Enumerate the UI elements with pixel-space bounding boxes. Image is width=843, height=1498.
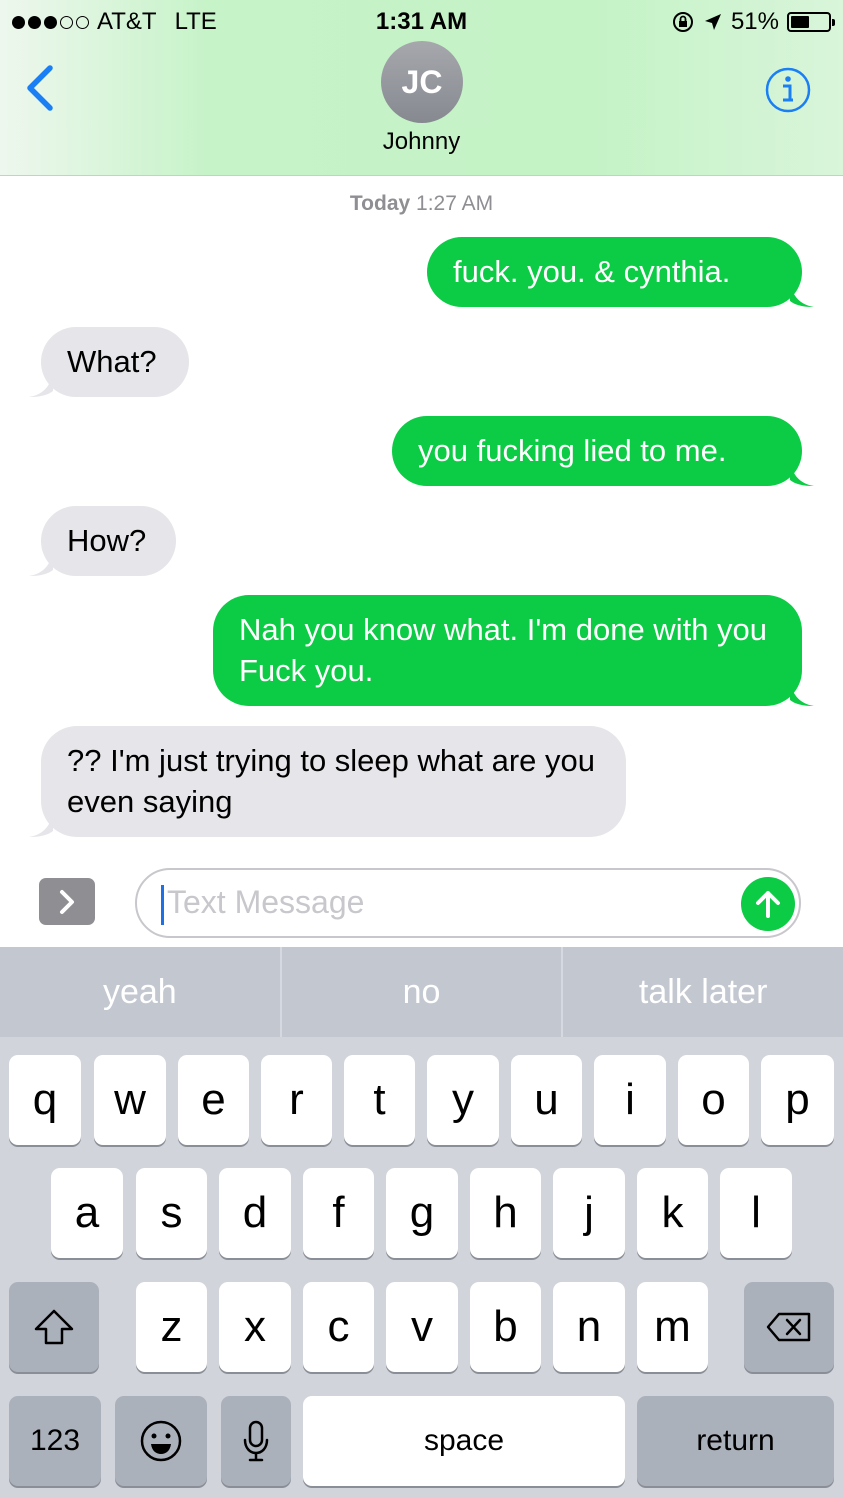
key-e[interactable]: e bbox=[178, 1055, 249, 1145]
key-u[interactable]: u bbox=[511, 1055, 582, 1145]
emoji-key[interactable] bbox=[115, 1396, 207, 1486]
emoji-face-icon bbox=[140, 1420, 182, 1462]
key-q[interactable]: q bbox=[9, 1055, 81, 1145]
suggestion-item[interactable]: yeah bbox=[0, 947, 282, 1037]
key-y[interactable]: y bbox=[427, 1055, 499, 1145]
contact-name[interactable]: Johnny bbox=[0, 128, 843, 156]
suggestion-item[interactable]: no bbox=[282, 947, 564, 1037]
message-bubble-received[interactable]: ?? I'm just trying to sleep what are you… bbox=[29, 726, 626, 837]
message-text: Nah you know what. I'm done with you Fuc… bbox=[239, 612, 768, 688]
key-w[interactable]: w bbox=[94, 1055, 166, 1145]
avatar-initials: JC bbox=[401, 63, 443, 100]
key-t[interactable]: t bbox=[344, 1055, 415, 1145]
arrow-up-icon bbox=[756, 891, 780, 918]
contact-avatar[interactable]: JC bbox=[381, 41, 463, 123]
location-arrow-icon bbox=[704, 14, 721, 30]
key-l[interactable]: l bbox=[720, 1168, 792, 1258]
return-key[interactable]: return bbox=[637, 1396, 834, 1486]
key-d[interactable]: d bbox=[219, 1168, 291, 1258]
keyboard: yeah no talk later q w e r t y u i o p a… bbox=[0, 947, 843, 1498]
timestamp-day: Today bbox=[349, 192, 411, 215]
key-h[interactable]: h bbox=[470, 1168, 541, 1258]
predictive-bar: yeah no talk later bbox=[0, 947, 843, 1037]
key-k[interactable]: k bbox=[637, 1168, 708, 1258]
message-input[interactable]: Text Message bbox=[135, 868, 801, 938]
back-chevron-icon[interactable] bbox=[22, 64, 58, 112]
key-c[interactable]: c bbox=[303, 1282, 374, 1372]
key-x[interactable]: x bbox=[219, 1282, 291, 1372]
key-n[interactable]: n bbox=[553, 1282, 625, 1372]
key-s[interactable]: s bbox=[136, 1168, 207, 1258]
message-bubble-received[interactable]: What? bbox=[29, 327, 189, 397]
numbers-key[interactable]: 123 bbox=[9, 1396, 101, 1486]
key-g[interactable]: g bbox=[386, 1168, 458, 1258]
thread-timestamp: Today 1:27 AM bbox=[0, 192, 843, 216]
timestamp-time: 1:27 AM bbox=[416, 192, 494, 215]
dictation-key[interactable] bbox=[221, 1396, 291, 1486]
message-text: ?? I'm just trying to sleep what are you… bbox=[67, 743, 596, 819]
message-bubble-sent[interactable]: fuck. you. & cynthia. bbox=[427, 237, 814, 307]
backspace-icon bbox=[766, 1312, 811, 1342]
apps-expand-button[interactable] bbox=[39, 878, 95, 925]
message-bubble-received[interactable]: How? bbox=[29, 506, 176, 576]
chevron-right-icon bbox=[60, 889, 74, 914]
key-a[interactable]: a bbox=[51, 1168, 123, 1258]
space-key[interactable]: space bbox=[303, 1396, 625, 1486]
message-bubble-sent[interactable]: Nah you know what. I'm done with you Fuc… bbox=[213, 595, 814, 706]
battery-icon bbox=[787, 12, 835, 32]
key-z[interactable]: z bbox=[136, 1282, 207, 1372]
info-icon[interactable] bbox=[764, 66, 812, 114]
send-button[interactable] bbox=[741, 877, 795, 931]
key-o[interactable]: o bbox=[678, 1055, 749, 1145]
message-text: fuck. you. & cynthia. bbox=[453, 254, 731, 289]
suggestion-item[interactable]: talk later bbox=[563, 947, 843, 1037]
key-r[interactable]: r bbox=[261, 1055, 332, 1145]
message-bubble-sent[interactable]: you fucking lied to me. bbox=[392, 416, 814, 486]
conversation-header: AT&T LTE 1:31 AM 51% JC Johnny bbox=[0, 0, 843, 176]
microphone-icon bbox=[243, 1420, 269, 1462]
key-b[interactable]: b bbox=[470, 1282, 541, 1372]
message-text: you fucking lied to me. bbox=[418, 433, 727, 468]
key-i[interactable]: i bbox=[594, 1055, 666, 1145]
shift-arrow-icon bbox=[34, 1309, 74, 1345]
shift-key[interactable] bbox=[9, 1282, 99, 1372]
text-caret bbox=[161, 885, 164, 925]
key-m[interactable]: m bbox=[637, 1282, 708, 1372]
battery-percent: 51% bbox=[730, 8, 779, 35]
key-p[interactable]: p bbox=[761, 1055, 834, 1145]
message-input-placeholder: Text Message bbox=[167, 884, 365, 920]
message-text: How? bbox=[67, 523, 147, 558]
delete-key[interactable] bbox=[744, 1282, 834, 1372]
key-v[interactable]: v bbox=[386, 1282, 458, 1372]
key-f[interactable]: f bbox=[303, 1168, 374, 1258]
message-text: What? bbox=[67, 344, 157, 379]
status-bar: AT&T LTE 1:31 AM 51% bbox=[0, 0, 843, 42]
orientation-lock-icon bbox=[672, 12, 693, 32]
key-j[interactable]: j bbox=[553, 1168, 625, 1258]
